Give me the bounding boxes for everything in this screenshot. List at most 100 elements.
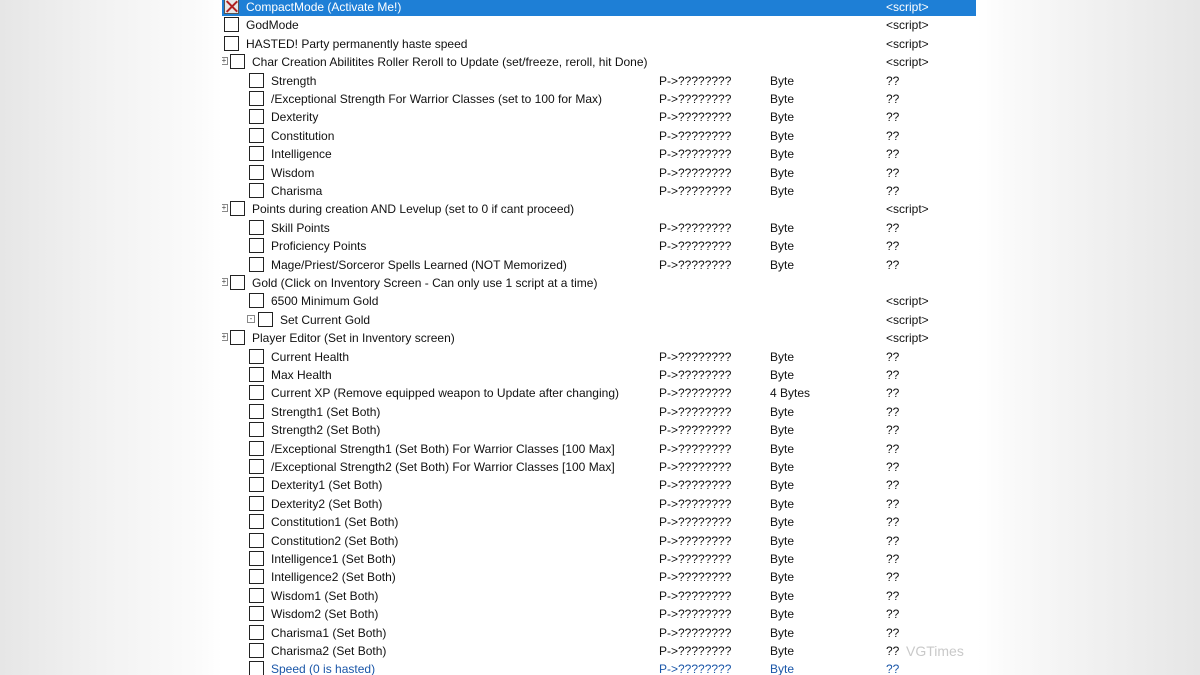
expand-icon[interactable]: + (222, 278, 228, 286)
active-checkbox[interactable] (249, 459, 264, 474)
active-checkbox[interactable] (249, 72, 264, 88)
row-value[interactable]: <script> (886, 292, 929, 310)
active-checkbox[interactable] (249, 91, 264, 106)
expand-icon[interactable]: + (222, 333, 228, 342)
table-row[interactable]: + Points during creation AND Levelup (set… (222, 200, 976, 218)
table-row[interactable]: Charisma1 (Set Both) P->???????? Byte?? (222, 624, 976, 642)
row-value[interactable]: <script> (886, 0, 929, 16)
table-row[interactable]: Intelligence2 (Set Both) P->???????? Byte?… (222, 568, 976, 586)
row-value[interactable]: ?? (886, 237, 899, 255)
active-checkbox[interactable] (249, 643, 264, 658)
table-row[interactable]: Current Health P->???????? Byte?? (222, 348, 976, 366)
table-row[interactable]: Mage/Priest/Sorceror Spells Learned (NOT… (222, 256, 976, 274)
active-checkbox[interactable] (249, 477, 264, 493)
row-value[interactable]: ?? (886, 587, 899, 605)
table-row[interactable]: /Exceptional Strength2 (Set Both) For Wa… (222, 458, 976, 476)
table-row[interactable]: + Player Editor (Set in Inventory screen)… (222, 329, 976, 347)
row-value[interactable]: ?? (886, 108, 899, 126)
table-row[interactable]: Proficiency Points P->???????? Byte?? (222, 237, 976, 255)
table-row[interactable]: Strength P->???????? Byte?? (222, 72, 976, 90)
active-checkbox[interactable] (249, 551, 264, 566)
active-checkbox[interactable] (249, 238, 264, 254)
active-checkbox[interactable] (230, 54, 245, 70)
row-value[interactable]: ?? (886, 366, 899, 384)
active-checkbox[interactable] (249, 495, 264, 511)
active-checkbox[interactable] (249, 348, 264, 364)
row-value[interactable]: <script> (886, 329, 929, 347)
table-row[interactable]: Wisdom2 (Set Both) P->???????? Byte?? (222, 605, 976, 623)
table-row[interactable]: - Set Current Gold <script> (222, 311, 976, 329)
row-value[interactable]: ?? (886, 127, 899, 145)
table-row[interactable]: + Gold (Click on Inventory Screen - Can o… (222, 274, 976, 292)
active-checkbox[interactable] (249, 403, 264, 419)
row-value[interactable]: ?? (886, 495, 899, 513)
row-value[interactable]: ?? (886, 605, 899, 623)
table-row[interactable]: Intelligence P->???????? Byte?? (222, 145, 976, 163)
row-value[interactable]: ?? (886, 476, 899, 494)
active-checkbox[interactable] (249, 219, 264, 235)
table-row[interactable]: Intelligence1 (Set Both) P->???????? Byte?… (222, 550, 976, 568)
table-row[interactable]: Speed (0 is hasted) P->???????? Byte?? (222, 660, 976, 675)
active-checkbox[interactable] (249, 109, 264, 125)
row-value[interactable]: ?? (886, 624, 899, 642)
row-value[interactable]: ?? (886, 642, 899, 660)
row-value[interactable]: ?? (886, 256, 899, 274)
table-row[interactable]: Current XP (Remove equipped weapon to Up… (222, 384, 976, 402)
row-value[interactable]: ?? (886, 219, 899, 237)
active-checkbox[interactable] (249, 385, 264, 401)
row-value[interactable]: <script> (886, 53, 929, 71)
table-row[interactable]: /Exceptional Strength For Warrior Classe… (222, 90, 976, 108)
row-value[interactable]: ?? (886, 660, 899, 675)
active-checkbox[interactable] (230, 201, 245, 217)
row-value[interactable]: ?? (886, 568, 899, 586)
row-value[interactable]: ?? (886, 403, 899, 421)
row-value[interactable]: ?? (886, 72, 899, 90)
table-row[interactable]: Dexterity2 (Set Both) P->???????? Byte?? (222, 495, 976, 513)
row-value[interactable]: ?? (886, 182, 899, 200)
active-checkbox[interactable] (249, 422, 264, 438)
active-checkbox[interactable] (249, 569, 264, 585)
active-checkbox[interactable] (249, 532, 264, 548)
active-checkbox[interactable] (224, 17, 239, 33)
row-value[interactable]: ?? (886, 384, 899, 402)
table-row[interactable]: 6500 Minimum Gold <script> (222, 292, 976, 310)
active-checkbox[interactable] (230, 330, 245, 346)
table-row[interactable]: Charisma2 (Set Both) P->???????? Byte?? (222, 642, 976, 660)
table-row[interactable]: Wisdom P->???????? Byte?? (222, 164, 976, 182)
active-checkbox[interactable] (249, 661, 264, 675)
row-value[interactable]: <script> (886, 200, 929, 218)
row-value[interactable]: ?? (886, 164, 899, 182)
active-checkbox[interactable] (224, 35, 239, 51)
active-checkbox[interactable] (230, 275, 245, 290)
active-checkbox[interactable] (224, 0, 239, 14)
active-checkbox[interactable] (249, 587, 264, 603)
table-row[interactable]: + Char Creation Abilitites Roller Reroll … (222, 53, 976, 71)
row-value[interactable]: ?? (886, 421, 899, 439)
active-checkbox[interactable] (258, 311, 273, 327)
row-value[interactable]: <script> (886, 311, 929, 329)
active-checkbox[interactable] (249, 514, 264, 530)
table-row[interactable]: Wisdom1 (Set Both) P->???????? Byte?? (222, 587, 976, 605)
row-value[interactable]: ?? (886, 458, 899, 476)
table-row[interactable]: Strength2 (Set Both) P->???????? Byte?? (222, 421, 976, 439)
row-value[interactable]: ?? (886, 90, 899, 108)
active-checkbox[interactable] (249, 624, 264, 640)
active-checkbox[interactable] (249, 606, 264, 622)
row-value[interactable]: ?? (886, 532, 899, 550)
active-checkbox[interactable] (249, 256, 264, 272)
row-value[interactable]: ?? (886, 440, 899, 458)
table-row[interactable]: Constitution1 (Set Both) P->???????? Byte?… (222, 513, 976, 531)
table-row[interactable]: Max Health P->???????? Byte?? (222, 366, 976, 384)
row-value[interactable]: <script> (886, 16, 929, 34)
expand-icon[interactable]: + (222, 204, 228, 213)
collapse-icon[interactable]: - (247, 314, 255, 323)
row-value[interactable]: <script> (886, 35, 929, 53)
row-value[interactable]: ?? (886, 550, 899, 568)
active-checkbox[interactable] (249, 127, 264, 143)
table-row[interactable]: /Exceptional Strength1 (Set Both) For Wa… (222, 440, 976, 458)
table-row[interactable]: HASTED! Party permanently haste speed <sc… (222, 35, 976, 53)
table-row[interactable]: Strength1 (Set Both) P->???????? Byte?? (222, 403, 976, 421)
row-value[interactable]: ?? (886, 145, 899, 163)
table-row[interactable]: Dexterity P->???????? Byte?? (222, 108, 976, 126)
active-checkbox[interactable] (249, 293, 264, 309)
